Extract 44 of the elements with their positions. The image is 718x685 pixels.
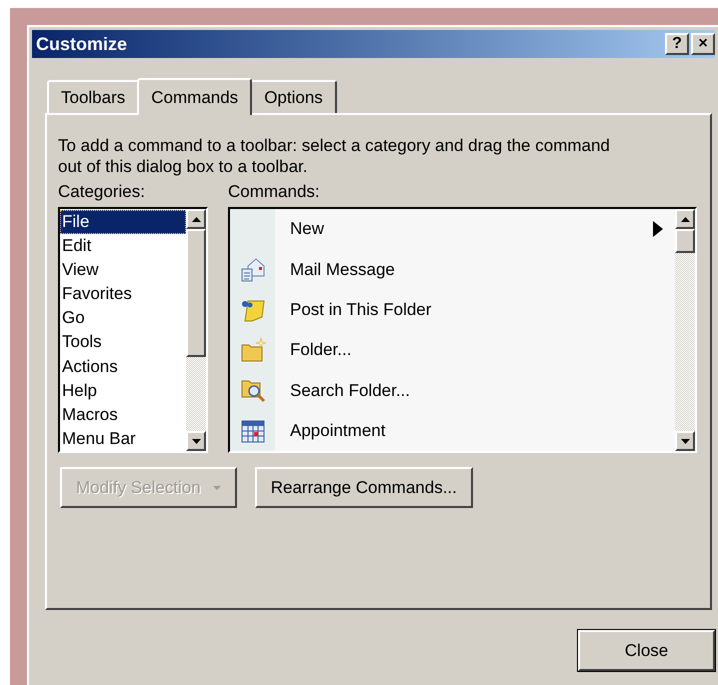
command-item[interactable]: Search Folder... xyxy=(290,378,675,404)
command-item[interactable]: Post in This Folder xyxy=(290,297,675,323)
command-item[interactable]: Appointment xyxy=(290,418,675,444)
tab[interactable]: Toolbars xyxy=(47,80,140,113)
command-item[interactable]: Mail Message xyxy=(290,256,675,282)
submenu-arrow-icon xyxy=(653,221,663,238)
category-item[interactable]: Macros xyxy=(60,402,186,427)
category-item[interactable]: Favorites xyxy=(60,282,186,306)
push-button[interactable]: Rearrange Commands... xyxy=(254,467,473,508)
up-arrow-icon xyxy=(192,216,200,222)
scrollbar-thumb[interactable] xyxy=(186,229,206,357)
scrollbar-thumb[interactable] xyxy=(675,229,695,253)
close-dialog-button[interactable]: Close xyxy=(578,630,715,671)
tab[interactable]: Commands xyxy=(137,78,252,115)
command-item[interactable]: Folder... xyxy=(290,337,675,363)
up-arrow-icon xyxy=(680,216,690,222)
commands-label: Commands: xyxy=(228,181,321,203)
window-title: Customize xyxy=(36,32,128,56)
category-item[interactable]: Menu Bar xyxy=(60,426,186,451)
command-item[interactable]: New xyxy=(290,216,653,242)
categories-label: Categories: xyxy=(58,181,146,203)
instruction-text: To add a command to a toolbar: select a category and drag the command out of this dialog box to a toolbar. xyxy=(58,135,611,177)
down-arrow-icon xyxy=(192,438,200,444)
scroll-up-button[interactable] xyxy=(186,209,206,229)
down-arrow-icon xyxy=(680,438,690,444)
category-item[interactable]: Actions xyxy=(60,354,186,379)
category-item[interactable]: Go xyxy=(60,306,186,330)
category-item[interactable]: Help xyxy=(60,378,186,403)
commands-list[interactable]: New Mail Message Post in This Folder Folder... Search Folder... Appointment xyxy=(228,207,697,453)
scroll-up-button[interactable] xyxy=(675,209,695,229)
calendar-icon xyxy=(240,418,266,444)
scroll-down-button[interactable] xyxy=(675,431,695,451)
category-item[interactable]: View xyxy=(60,258,186,282)
envelope-icon xyxy=(240,256,266,282)
tab[interactable]: Options xyxy=(250,80,337,113)
caret-icon xyxy=(212,486,221,490)
category-item[interactable]: Edit xyxy=(60,234,186,258)
category-item[interactable]: Tools xyxy=(60,330,186,355)
folder-icon xyxy=(240,337,266,364)
scroll-down-button[interactable] xyxy=(186,431,206,451)
close-button[interactable]: × xyxy=(691,33,715,55)
help-button[interactable]: ? xyxy=(665,33,689,55)
category-item[interactable]: File xyxy=(60,210,186,234)
categories-list[interactable]: File Edit View Favorites Go Tools Actions Help Macros Menu Bar xyxy=(58,207,208,453)
